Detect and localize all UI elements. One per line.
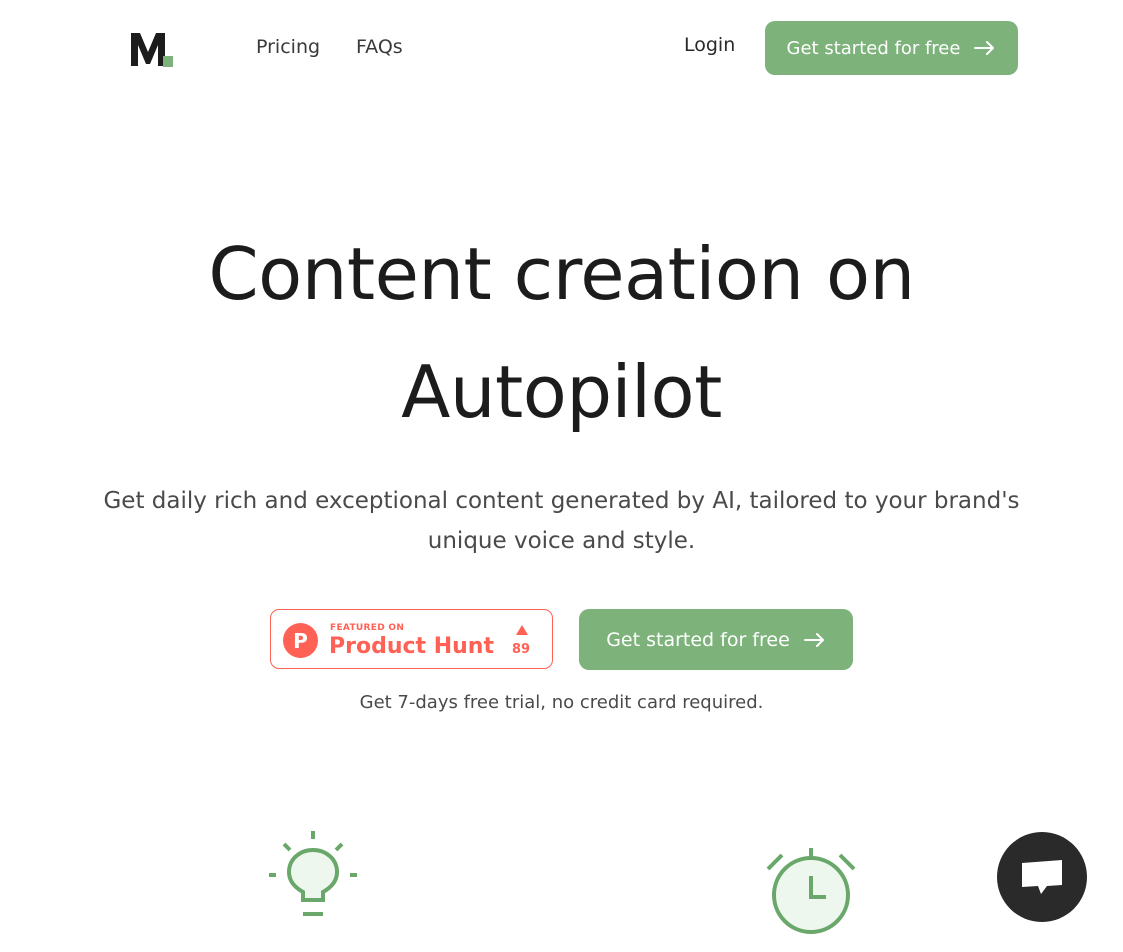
product-hunt-logo: P [283, 623, 318, 658]
trial-note: Get 7-days free trial, no credit card re… [359, 692, 764, 713]
product-hunt-name: Product Hunt [329, 634, 494, 659]
hero-get-started-label: Get started for free [606, 628, 790, 651]
lightbulb-icon [269, 831, 357, 916]
header-get-started-button[interactable]: Get started for free [765, 21, 1018, 75]
nav-pricing[interactable]: Pricing [256, 36, 320, 58]
chat-widget-button[interactable] [997, 832, 1087, 922]
arrow-right-icon [974, 41, 995, 55]
hero-get-started-button[interactable]: Get started for free [579, 609, 853, 670]
logo[interactable] [131, 30, 173, 70]
arrow-right-icon [803, 632, 824, 647]
alarm-clock-icon [766, 848, 856, 934]
upvote-icon [516, 625, 528, 635]
hero-subtitle: Get daily rich and exceptional content g… [103, 488, 1020, 554]
nav-faqs[interactable]: FAQs [356, 36, 403, 58]
hero-title-line1: Content creation on [208, 232, 915, 316]
product-hunt-upvote-count: 89 [512, 642, 531, 657]
hero-title-line2: Autopilot [401, 350, 722, 434]
product-hunt-logo-letter: P [293, 628, 308, 653]
header-get-started-label: Get started for free [786, 37, 961, 59]
product-hunt-featured-on: FEATURED ON [330, 623, 405, 633]
login-link[interactable]: Login [684, 34, 735, 56]
chat-icon [1022, 860, 1062, 894]
product-hunt-badge[interactable]: P FEATURED ON Product Hunt 89 [270, 609, 553, 669]
